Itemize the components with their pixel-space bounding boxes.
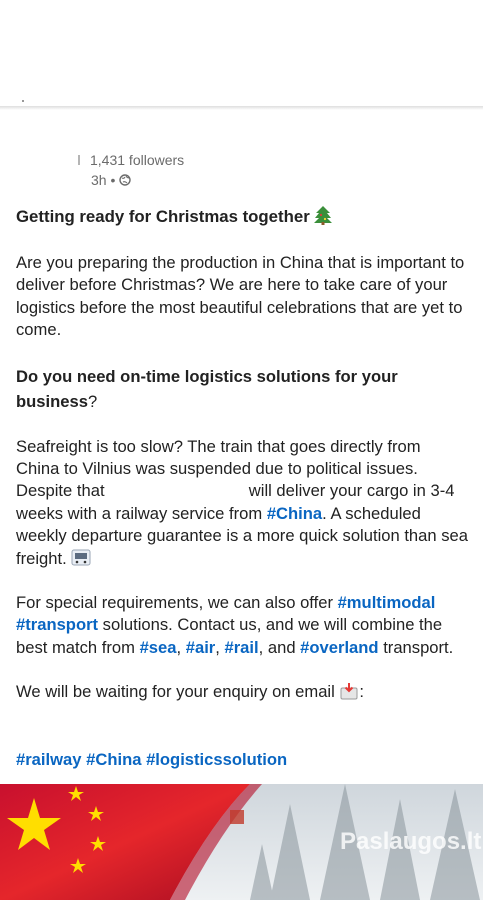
hashtag-row: #railway #China #logisticssolution [16,749,468,771]
redacted-company [109,484,245,501]
hashtag-sea[interactable]: #sea [140,638,177,657]
top-bar-shadow [0,106,483,110]
hashtag-railway[interactable]: #railway [16,750,82,769]
christmas-tree-icon [314,206,333,225]
paragraph-seafreight: Seafreight is too slow? The train that g… [16,436,468,568]
hashtag-logisticssolution[interactable]: #logisticssolution [146,750,287,769]
post-time: 3h • [91,172,116,188]
globe-icon [119,174,132,186]
watermark: Paslaugos.lt [340,828,482,855]
followers-count: 1,431 followers [90,152,185,168]
paragraph-intro: Are you preparing the production in Chin… [16,253,465,340]
inbox-icon [340,683,358,700]
train-icon [71,549,91,566]
hashtag-china[interactable]: #China [267,504,322,523]
post-title: Getting ready for Christmas together [16,204,468,230]
hashtag-overland[interactable]: #overland [300,638,378,657]
post-image[interactable]: Paslaugos.lt [0,784,483,900]
post-author-meta: 1,431 followers 3h • [78,150,184,190]
hashtag-air[interactable]: #air [186,638,216,657]
divider-mark [22,100,24,102]
paragraph-question: Do you need on-time logistics solutions … [16,366,398,411]
hashtag-rail[interactable]: #rail [225,638,259,657]
avatar-edge [78,155,80,165]
hashtag-multimodal[interactable]: #multimodal [338,593,436,612]
paragraph-requirements: For special requirements, we can also of… [16,593,454,657]
paragraph-contact: We will be waiting for your enquiry on e… [16,682,365,702]
hashtag-china-footer[interactable]: #China [86,750,141,769]
hashtag-transport[interactable]: #transport [16,615,98,634]
top-app-bar [0,0,483,106]
post-body: Getting ready for Christmas together Are… [16,204,468,771]
right-gutter [483,0,504,900]
